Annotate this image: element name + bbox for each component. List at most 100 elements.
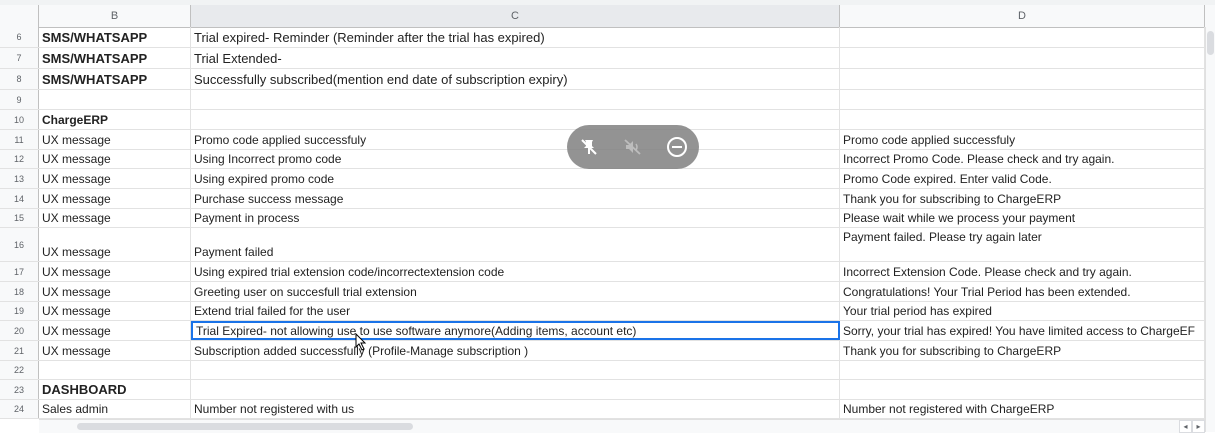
cell-d[interactable]: Incorrect Promo Code. Please check and t…: [840, 150, 1205, 168]
cell-b[interactable]: UX message: [39, 321, 191, 340]
cell-d[interactable]: [840, 110, 1205, 129]
table-row: 6 SMS/WHATSAPP Trial expired- Reminder (…: [0, 27, 1205, 48]
row-number[interactable]: 10: [0, 110, 39, 129]
cell-b[interactable]: UX message: [39, 282, 191, 301]
cell-b[interactable]: DASHBOARD: [39, 380, 191, 399]
cell-c-selected[interactable]: Trial Expired- not allowing use to use s…: [191, 321, 840, 340]
row-number[interactable]: 18: [0, 282, 39, 301]
row-number[interactable]: 9: [0, 90, 39, 109]
cell-b[interactable]: UX message: [39, 169, 191, 188]
cell-d[interactable]: [840, 380, 1205, 399]
row-number[interactable]: 11: [0, 130, 39, 149]
cell-d[interactable]: [840, 27, 1205, 47]
cell-c[interactable]: Successfully subscribed(mention end date…: [191, 69, 840, 89]
cell-d[interactable]: Please wait while we process your paymen…: [840, 209, 1205, 227]
cell-b[interactable]: UX message: [39, 228, 191, 261]
cell-b[interactable]: [39, 90, 191, 109]
cell-c[interactable]: Subscription added successfully (Profile…: [191, 341, 840, 360]
cell-c[interactable]: Payment failed: [191, 228, 840, 261]
select-all-corner[interactable]: [0, 5, 39, 27]
cell-c[interactable]: Payment in process: [191, 209, 840, 227]
column-header-c[interactable]: C: [191, 5, 840, 27]
row-number[interactable]: 7: [0, 48, 39, 68]
vertical-scrollbar[interactable]: [1205, 27, 1215, 432]
scroll-right-icon[interactable]: ▸: [1192, 420, 1205, 433]
cell-d[interactable]: [840, 69, 1205, 89]
horizontal-scrollbar[interactable]: ◂ ▸: [39, 419, 1205, 433]
cell-b[interactable]: Sales admin: [39, 400, 191, 418]
cell-b[interactable]: UX message: [39, 150, 191, 168]
cell-d[interactable]: Promo code applied successfuly: [840, 130, 1205, 149]
row-number[interactable]: 13: [0, 169, 39, 188]
table-row: 18 UX message Greeting user on succesful…: [0, 282, 1205, 302]
cell-c[interactable]: Promo code applied successfuly: [191, 130, 840, 149]
cell-c[interactable]: [191, 110, 840, 129]
table-row: 22: [0, 361, 1205, 380]
cell-c[interactable]: Using expired trial extension code/incor…: [191, 262, 840, 281]
table-row: 20 UX message Trial Expired- not allowin…: [0, 321, 1205, 341]
cell-b[interactable]: [39, 361, 191, 379]
row-number[interactable]: 16: [0, 228, 39, 261]
cell-b[interactable]: UX message: [39, 302, 191, 320]
cell-c[interactable]: Extend trial failed for the user: [191, 302, 840, 320]
row-number[interactable]: 6: [0, 27, 39, 47]
cell-c[interactable]: Trial Extended-: [191, 48, 840, 68]
cell-c[interactable]: Trial expired- Reminder (Reminder after …: [191, 27, 840, 47]
table-row: 24 Sales admin Number not registered wit…: [0, 400, 1205, 419]
cell-b[interactable]: UX message: [39, 341, 191, 360]
row-number[interactable]: 12: [0, 150, 39, 168]
cell-b[interactable]: SMS/WHATSAPP: [39, 27, 191, 47]
cell-d[interactable]: Payment failed. Please try again later: [840, 228, 1205, 261]
cell-b[interactable]: ChargeERP: [39, 110, 191, 129]
cell-d[interactable]: Sorry, your trial has expired! You have …: [840, 321, 1205, 340]
table-row: 19 UX message Extend trial failed for th…: [0, 302, 1205, 321]
cell-c[interactable]: Greeting user on succesfull trial extens…: [191, 282, 840, 301]
cell-d[interactable]: Your trial period has expired: [840, 302, 1205, 320]
cell-d[interactable]: [840, 361, 1205, 379]
cell-c[interactable]: [191, 361, 840, 379]
row-number[interactable]: 14: [0, 189, 39, 208]
cell-c[interactable]: Purchase success message: [191, 189, 840, 208]
cell-d[interactable]: Number not registered with ChargeERP: [840, 400, 1205, 418]
horizontal-scroll-thumb[interactable]: [77, 423, 413, 430]
column-header-b[interactable]: B: [39, 5, 191, 27]
row-number[interactable]: 17: [0, 262, 39, 281]
table-row: 7 SMS/WHATSAPP Trial Extended-: [0, 48, 1205, 69]
cell-b[interactable]: SMS/WHATSAPP: [39, 48, 191, 68]
mouse-cursor-icon: [355, 332, 369, 356]
column-header-d[interactable]: D: [840, 5, 1205, 27]
row-number[interactable]: 21: [0, 341, 39, 360]
row-number[interactable]: 19: [0, 302, 39, 320]
cell-d[interactable]: [840, 48, 1205, 68]
cell-d[interactable]: Promo Code expired. Enter valid Code.: [840, 169, 1205, 188]
row-number[interactable]: 22: [0, 361, 39, 379]
row-number[interactable]: 8: [0, 69, 39, 89]
cell-c[interactable]: Number not registered with us: [191, 400, 840, 418]
cell-d[interactable]: Thank you for subscribing to ChargeERP: [840, 189, 1205, 208]
minus-circle-icon[interactable]: [662, 132, 692, 162]
cell-b[interactable]: UX message: [39, 209, 191, 227]
cell-c[interactable]: [191, 380, 840, 399]
vertical-scroll-thumb[interactable]: [1207, 31, 1214, 55]
row-number[interactable]: 23: [0, 380, 39, 399]
pin-off-icon[interactable]: [574, 132, 604, 162]
table-row: 16 UX message Payment failed Payment fai…: [0, 228, 1205, 262]
cell-d[interactable]: Thank you for subscribing to ChargeERP: [840, 341, 1205, 360]
mute-icon[interactable]: [618, 132, 648, 162]
cell-c[interactable]: Using Incorrect promo code: [191, 150, 840, 168]
row-number[interactable]: 20: [0, 321, 39, 340]
cell-b[interactable]: UX message: [39, 130, 191, 149]
cell-d[interactable]: [840, 90, 1205, 109]
row-number[interactable]: 15: [0, 209, 39, 227]
cell-b[interactable]: SMS/WHATSAPP: [39, 69, 191, 89]
cell-d[interactable]: Congratulations! Your Trial Period has b…: [840, 282, 1205, 301]
cell-c[interactable]: [191, 90, 840, 109]
table-row: 23 DASHBOARD: [0, 380, 1205, 400]
media-control-overlay: [567, 125, 699, 169]
cell-b[interactable]: UX message: [39, 189, 191, 208]
cell-c[interactable]: Using expired promo code: [191, 169, 840, 188]
cell-b[interactable]: UX message: [39, 262, 191, 281]
cell-d[interactable]: Incorrect Extension Code. Please check a…: [840, 262, 1205, 281]
scroll-left-icon[interactable]: ◂: [1179, 420, 1192, 433]
row-number[interactable]: 24: [0, 400, 39, 418]
